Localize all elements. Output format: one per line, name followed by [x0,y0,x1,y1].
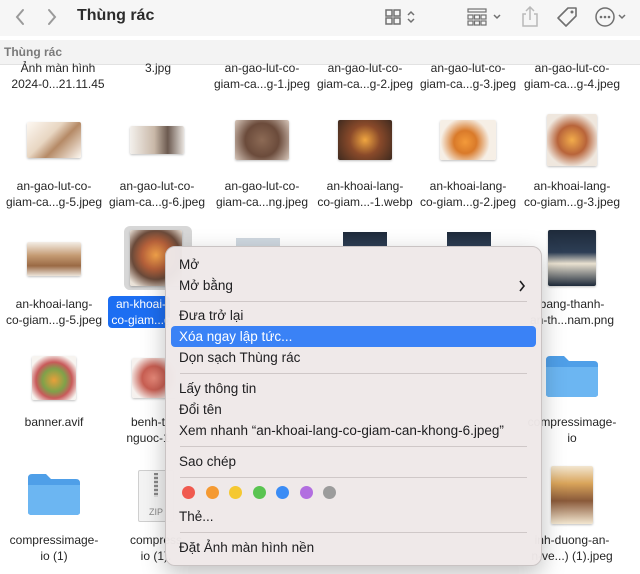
tag-color-dot[interactable] [299,486,313,499]
menu-item-set-wallpaper[interactable]: Đặt Ảnh màn hình nền [171,537,536,558]
menu-item-label: Thẻ... [179,509,214,524]
menu-item-rename[interactable]: Đổi tên [171,399,536,420]
ellipsis-icon [595,7,626,27]
file-name: an-khoai-lang- co-giam...-1.webp [317,179,413,209]
menu-item-label: Đưa trở lại [179,308,244,323]
image-thumbnail [235,120,289,160]
menu-separator [180,532,527,533]
menu-item-delete-immediately[interactable]: Xóa ngay lập tức... [171,326,536,347]
file-name: an-gao-lut-co- giam-ca...g-6.jpeg [108,179,206,209]
file-name: Ảnh màn hình 2024-0...21.11.45 [11,61,105,91]
image-thumbnail [551,466,593,524]
menu-item-put-back[interactable]: Đưa trở lại [171,305,536,326]
image-thumbnail [32,356,76,400]
context-menu: Mở Mở bằng Đưa trở lại Xóa ngay lập tức.… [165,246,542,566]
menu-item-label: Xóa ngay lập tức... [179,329,293,344]
tag-button[interactable] [554,4,580,30]
share-icon [522,6,538,27]
tag-icon [557,7,577,27]
menu-item-label: Mở bằng [179,278,233,293]
file-name: banner.avif [24,415,84,429]
tag-color-dot[interactable] [229,486,242,499]
image-thumbnail [338,120,392,160]
file-name: an-khoai-lang- co-giam...g-5.jpeg [5,297,103,327]
image-thumbnail [27,242,81,276]
tag-color-dot[interactable] [276,486,289,499]
file-name: an-gao-lut-co- giam-ca...g-2.jpeg [316,61,414,91]
image-thumbnail [447,232,491,246]
menu-item-label: Mở [179,257,200,272]
folder-icon [28,474,80,515]
tag-color-dot[interactable] [182,486,195,499]
more-button[interactable] [594,4,630,30]
file-name: an-khoai-lang- co-giam...g-3.jpeg [523,179,621,209]
menu-separator [180,373,527,374]
menu-item-label: Lấy thông tin [179,381,257,396]
menu-item-open[interactable]: Mở [171,254,536,275]
menu-item-empty-trash[interactable]: Dọn sạch Thùng rác [171,347,536,368]
chevron-right-icon [519,280,526,292]
menu-item-label: Sao chép [179,454,237,469]
folder-icon [546,356,598,397]
tag-color-dot[interactable] [323,486,336,499]
file-name: an-gao-lut-co- giam-ca...g-5.jpeg [5,179,103,209]
menu-item-get-info[interactable]: Lấy thông tin [171,378,536,399]
tag-color-dot[interactable] [205,486,219,499]
group-icon [467,8,501,26]
image-thumbnail [236,238,280,246]
share-button[interactable] [518,4,542,30]
grid-view-icon [385,9,415,25]
chevron-right-icon [48,9,57,25]
tag-color-dot[interactable] [252,486,266,499]
toolbar: Thùng rác [0,0,640,36]
group-button[interactable] [466,4,508,30]
image-thumbnail [548,230,596,286]
image-thumbnail [440,120,496,160]
file-name: compressimage- io (1) [9,533,99,563]
view-mode-button[interactable] [384,4,420,30]
chevron-left-icon [15,9,24,25]
zipper-icon [154,473,158,497]
back-button[interactable] [10,4,30,30]
window-title: Thùng rác [77,7,155,24]
menu-item-open-with[interactable]: Mở bằng [171,275,536,296]
menu-item-copy[interactable]: Sao chép [171,451,536,472]
file-name: 3.jpg [144,61,172,75]
image-thumbnail [27,122,81,158]
file-name: an-gao-lut-co- giam-ca...g-1.jpeg [213,61,311,91]
file-name: an-khoai-lang- co-giam...g-2.jpeg [419,179,517,209]
menu-item-label: Đặt Ảnh màn hình nền [179,540,315,555]
menu-item-label: Xem nhanh “an-khoai-lang-co-giam-can-kho… [179,423,504,438]
menu-item-tags[interactable]: Thẻ... [171,506,536,527]
file-name: an-gao-lut-co- giam-ca...ng.jpeg [215,179,309,209]
forward-button[interactable] [42,4,62,30]
menu-separator [180,301,527,302]
image-thumbnail [343,232,387,246]
menu-separator [180,477,527,478]
menu-item-label: Dọn sạch Thùng rác [179,350,301,365]
file-name: an-gao-lut-co- giam-ca...g-3.jpeg [419,61,517,91]
image-thumbnail [547,114,597,166]
file-name: an-gao-lut-co- giam-ca...g-4.jpeg [523,61,621,91]
image-thumbnail [130,126,184,154]
menu-item-quick-look[interactable]: Xem nhanh “an-khoai-lang-co-giam-can-kho… [171,420,536,441]
path-label: Thùng rác [4,45,63,59]
menu-separator [180,446,527,447]
menu-item-label: Đổi tên [179,402,222,417]
